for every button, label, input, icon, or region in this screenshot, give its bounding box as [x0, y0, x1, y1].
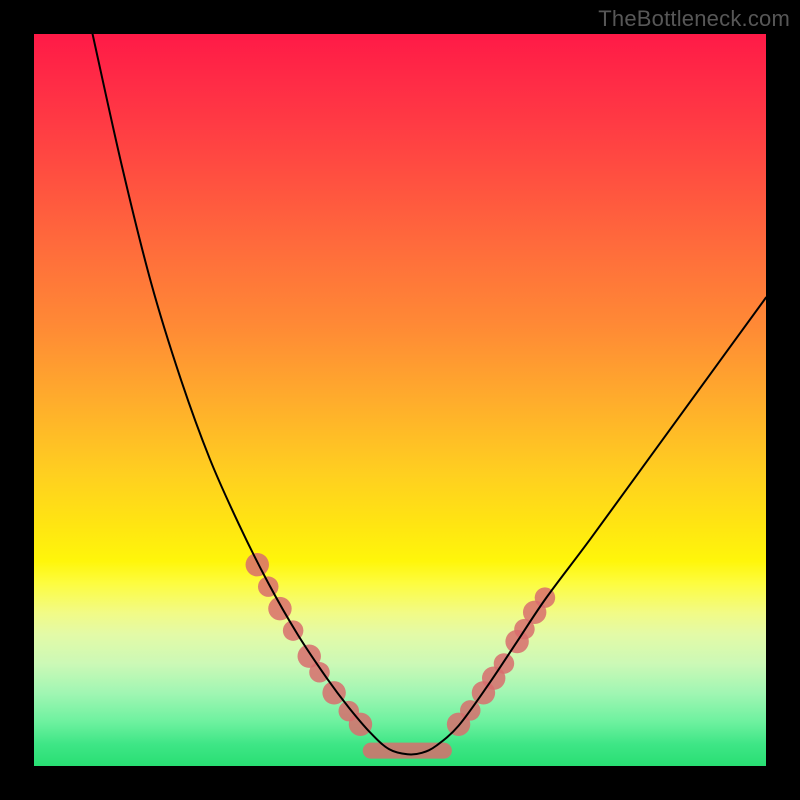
chart-marker-point	[246, 553, 269, 576]
chart-curve	[93, 34, 766, 755]
chart-svg	[34, 34, 766, 766]
chart-marker-bumps-layer	[246, 553, 556, 736]
chart-marker-point	[349, 713, 372, 736]
chart-marker-point	[258, 576, 279, 597]
chart-plot-area	[34, 34, 766, 766]
watermark-text: TheBottleneck.com	[598, 6, 790, 32]
chart-marker-point	[322, 681, 345, 704]
